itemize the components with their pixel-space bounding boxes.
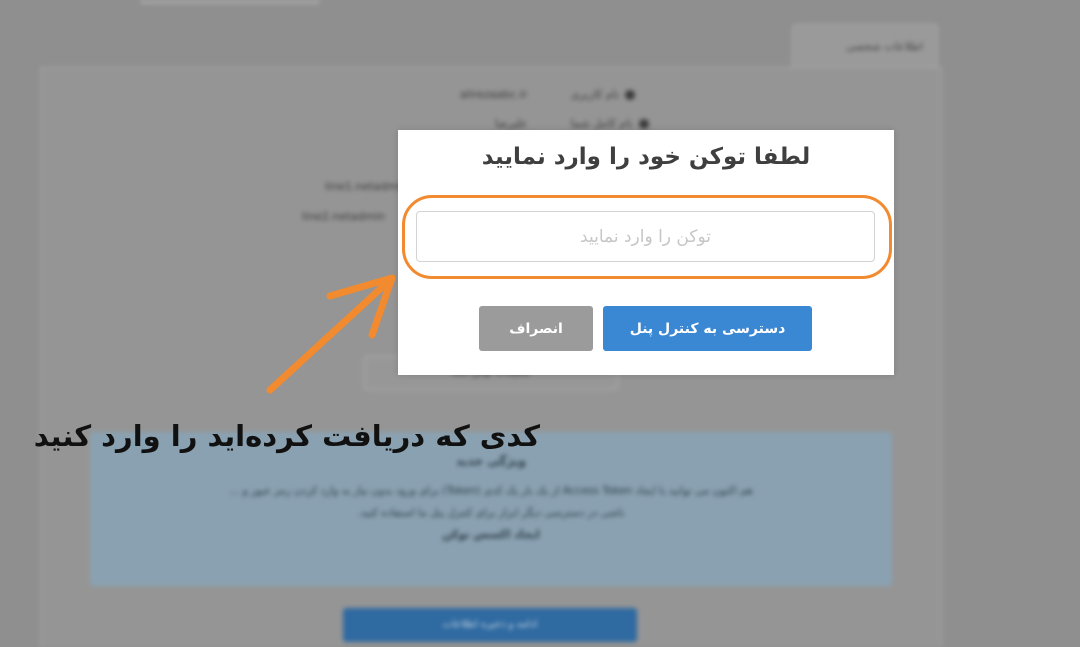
annotation-caption: کدی که دریافت کرده‌اید را وارد کنید: [33, 419, 540, 453]
arrow-icon: [266, 274, 396, 394]
